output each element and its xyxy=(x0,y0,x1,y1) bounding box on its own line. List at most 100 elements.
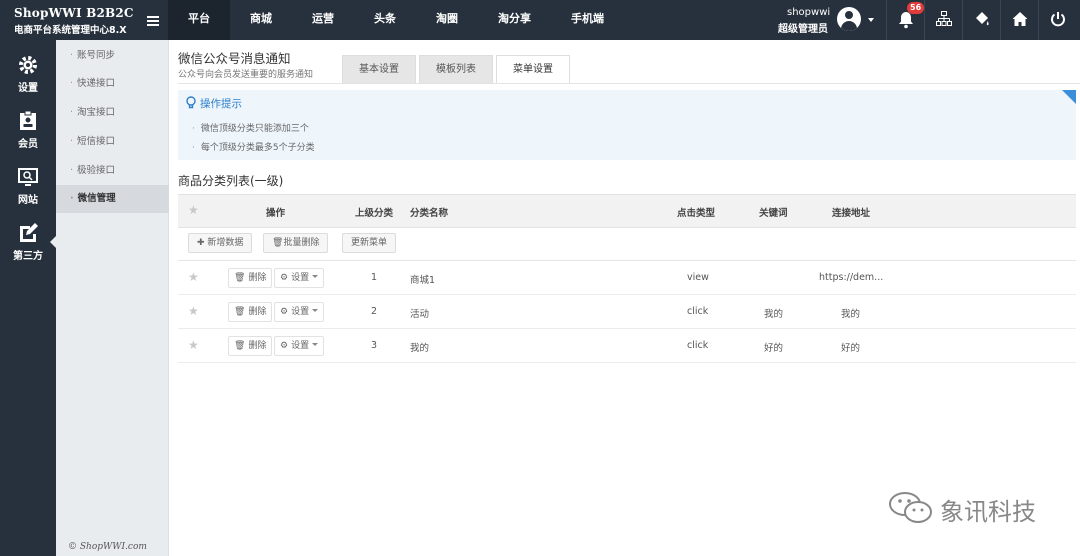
settings-label: 设置 xyxy=(291,307,310,317)
star-icon[interactable]: ★ xyxy=(188,338,199,352)
avatar[interactable] xyxy=(837,7,861,31)
settings-dropdown[interactable]: ⚙ 设置 xyxy=(274,268,325,288)
collapse-corner[interactable] xyxy=(1062,90,1076,104)
settings-label: 设置 xyxy=(291,273,310,283)
menu-toggle-icon[interactable] xyxy=(147,16,159,26)
nav-item-share[interactable]: 淘分享 xyxy=(478,0,551,40)
tab-basic-settings[interactable]: 基本设置 xyxy=(342,55,416,83)
logout-button[interactable] xyxy=(1038,0,1076,40)
table-row: ★ 🗑 删除 ⚙ 设置 3 我的 click 好的 好的 xyxy=(178,329,1076,363)
submenu-item-taobao[interactable]: 淘宝接口 xyxy=(56,99,169,127)
gear-icon: ⚙ xyxy=(280,307,289,317)
table-header: ★ 操作 上级分类 分类名称 点击类型 关键词 连接地址 xyxy=(178,194,1076,228)
caret-down-icon xyxy=(312,343,319,346)
nav-item-platform[interactable]: 平台 xyxy=(168,0,230,40)
delete-button[interactable]: 🗑 删除 xyxy=(228,268,273,288)
cell-parent: 3 xyxy=(371,340,378,351)
top-nav: 平台 商城 运营 头条 淘圈 淘分享 手机端 xyxy=(168,0,624,40)
gear-icon: ⚙ xyxy=(280,273,289,283)
table-row: ★ 🗑 删除 ⚙ 设置 1 商城1 view https://dem... xyxy=(178,261,1076,295)
brand-title: ShopWWI B2B2C xyxy=(14,6,134,20)
tab-menu-settings[interactable]: 菜单设置 xyxy=(496,55,570,83)
tips-heading-text: 操作提示 xyxy=(200,98,242,110)
toolbar: 56 xyxy=(886,0,1076,40)
page-subtitle: 公众号向会员发送重要的服务通知 xyxy=(178,70,314,80)
top-bar: ShopWWI B2B2C 电商平台系统管理中心8.X 平台 商城 运营 头条 … xyxy=(0,0,1080,40)
cell-parent: 2 xyxy=(371,306,378,317)
settings-dropdown[interactable]: ⚙ 设置 xyxy=(274,336,325,356)
section-title: 商品分类列表(一级) xyxy=(178,174,284,188)
theme-button[interactable] xyxy=(962,0,1000,40)
update-menu-button[interactable]: 更新菜单 xyxy=(342,233,397,253)
delete-label: 删除 xyxy=(248,307,267,317)
submenu-item-sms[interactable]: 短信接口 xyxy=(56,128,169,156)
delete-label: 删除 xyxy=(248,273,267,283)
star-icon[interactable]: ★ xyxy=(188,203,199,217)
tab-template-list[interactable]: 模板列表 xyxy=(419,55,493,83)
sidebar-item-third-party[interactable]: 第三方 xyxy=(0,214,56,270)
page-title: 微信公众号消息通知 xyxy=(178,51,291,66)
trash-icon: 🗑 xyxy=(272,238,284,248)
trash-icon: 🗑 xyxy=(234,341,246,351)
nav-item-mobile[interactable]: 手机端 xyxy=(551,0,624,40)
cell-keyword: 好的 xyxy=(764,343,784,354)
column-header: 分类名称 xyxy=(410,208,449,219)
star-icon[interactable]: ★ xyxy=(188,304,199,318)
main-content: 微信公众号消息通知 公众号向会员发送重要的服务通知 基本设置 模板列表 菜单设置… xyxy=(178,40,1080,556)
chevron-down-icon[interactable] xyxy=(868,18,874,22)
delete-button[interactable]: 🗑 删除 xyxy=(228,336,273,356)
column-header: 关键词 xyxy=(759,208,788,219)
sidebar-label: 会员 xyxy=(18,139,38,150)
caret-down-icon xyxy=(312,309,319,312)
sitemap-button[interactable] xyxy=(924,0,962,40)
submenu-item-geetest[interactable]: 极验接口 xyxy=(56,157,169,185)
submenu-item-wechat[interactable]: 微信管理 xyxy=(56,185,169,213)
star-icon[interactable]: ★ xyxy=(188,270,199,284)
nav-item-mall[interactable]: 商城 xyxy=(230,0,292,40)
batch-delete-label: 批量删除 xyxy=(283,238,320,248)
batch-delete-button[interactable]: 🗑批量删除 xyxy=(263,233,329,253)
update-menu-label: 更新菜单 xyxy=(351,238,388,248)
sidebar-item-members[interactable]: 会员 xyxy=(0,102,56,158)
trash-icon: 🗑 xyxy=(234,273,246,283)
brand: ShopWWI B2B2C 电商平台系统管理中心8.X xyxy=(0,0,168,40)
monitor-icon xyxy=(18,168,38,186)
sidebar-label: 设置 xyxy=(18,83,38,94)
cell-parent: 1 xyxy=(371,272,378,283)
add-data-button[interactable]: ✚ 新增数据 xyxy=(188,233,253,253)
nav-item-operations[interactable]: 运营 xyxy=(292,0,354,40)
notifications-button[interactable]: 56 xyxy=(886,0,925,40)
sidebar-item-website[interactable]: 网站 xyxy=(0,158,56,214)
home-button[interactable] xyxy=(1000,0,1038,40)
settings-dropdown[interactable]: ⚙ 设置 xyxy=(274,302,325,322)
lightbulb-icon xyxy=(186,96,196,109)
gear-icon: ⚙ xyxy=(280,341,289,351)
cell-name: 商城1 xyxy=(410,275,436,286)
nav-item-headlines[interactable]: 头条 xyxy=(354,0,416,40)
tabs: 基本设置 模板列表 菜单设置 xyxy=(342,55,573,83)
sub-menu: 账号同步 快递接口 淘宝接口 短信接口 极验接口 微信管理 © ShopWWI.… xyxy=(56,40,169,556)
column-header: 上级分类 xyxy=(355,208,394,219)
delete-label: 删除 xyxy=(248,341,267,351)
submenu-item-account-sync[interactable]: 账号同步 xyxy=(56,42,169,70)
trash-icon: 🗑 xyxy=(234,307,246,317)
copyright: © ShopWWI.com xyxy=(68,542,147,552)
cell-name: 活动 xyxy=(410,309,430,320)
cell-url: https://dem... xyxy=(819,272,884,283)
delete-button[interactable]: 🗑 删除 xyxy=(228,302,273,322)
tip-line: 微信顶级分类只能添加三个 xyxy=(192,121,309,134)
column-header: 点击类型 xyxy=(677,208,716,219)
user-menu[interactable]: shopwwi 超级管理员 xyxy=(770,0,885,40)
edit-icon xyxy=(20,223,38,242)
table-row: ★ 🗑 删除 ⚙ 设置 2 活动 click 我的 我的 xyxy=(178,295,1076,329)
settings-label: 设置 xyxy=(291,341,310,351)
add-data-label: 新增数据 xyxy=(207,238,244,248)
notification-count-badge: 56 xyxy=(907,2,925,14)
user-role: 超级管理员 xyxy=(778,24,828,35)
tab-divider xyxy=(178,83,1080,84)
tips-panel: 操作提示 微信顶级分类只能添加三个 每个顶级分类最多5个子分类 xyxy=(178,90,1076,160)
sitemap-icon xyxy=(936,11,952,26)
sidebar-item-settings[interactable]: 设置 xyxy=(0,46,56,102)
submenu-item-express[interactable]: 快递接口 xyxy=(56,70,169,98)
nav-item-circle[interactable]: 淘圈 xyxy=(416,0,478,40)
